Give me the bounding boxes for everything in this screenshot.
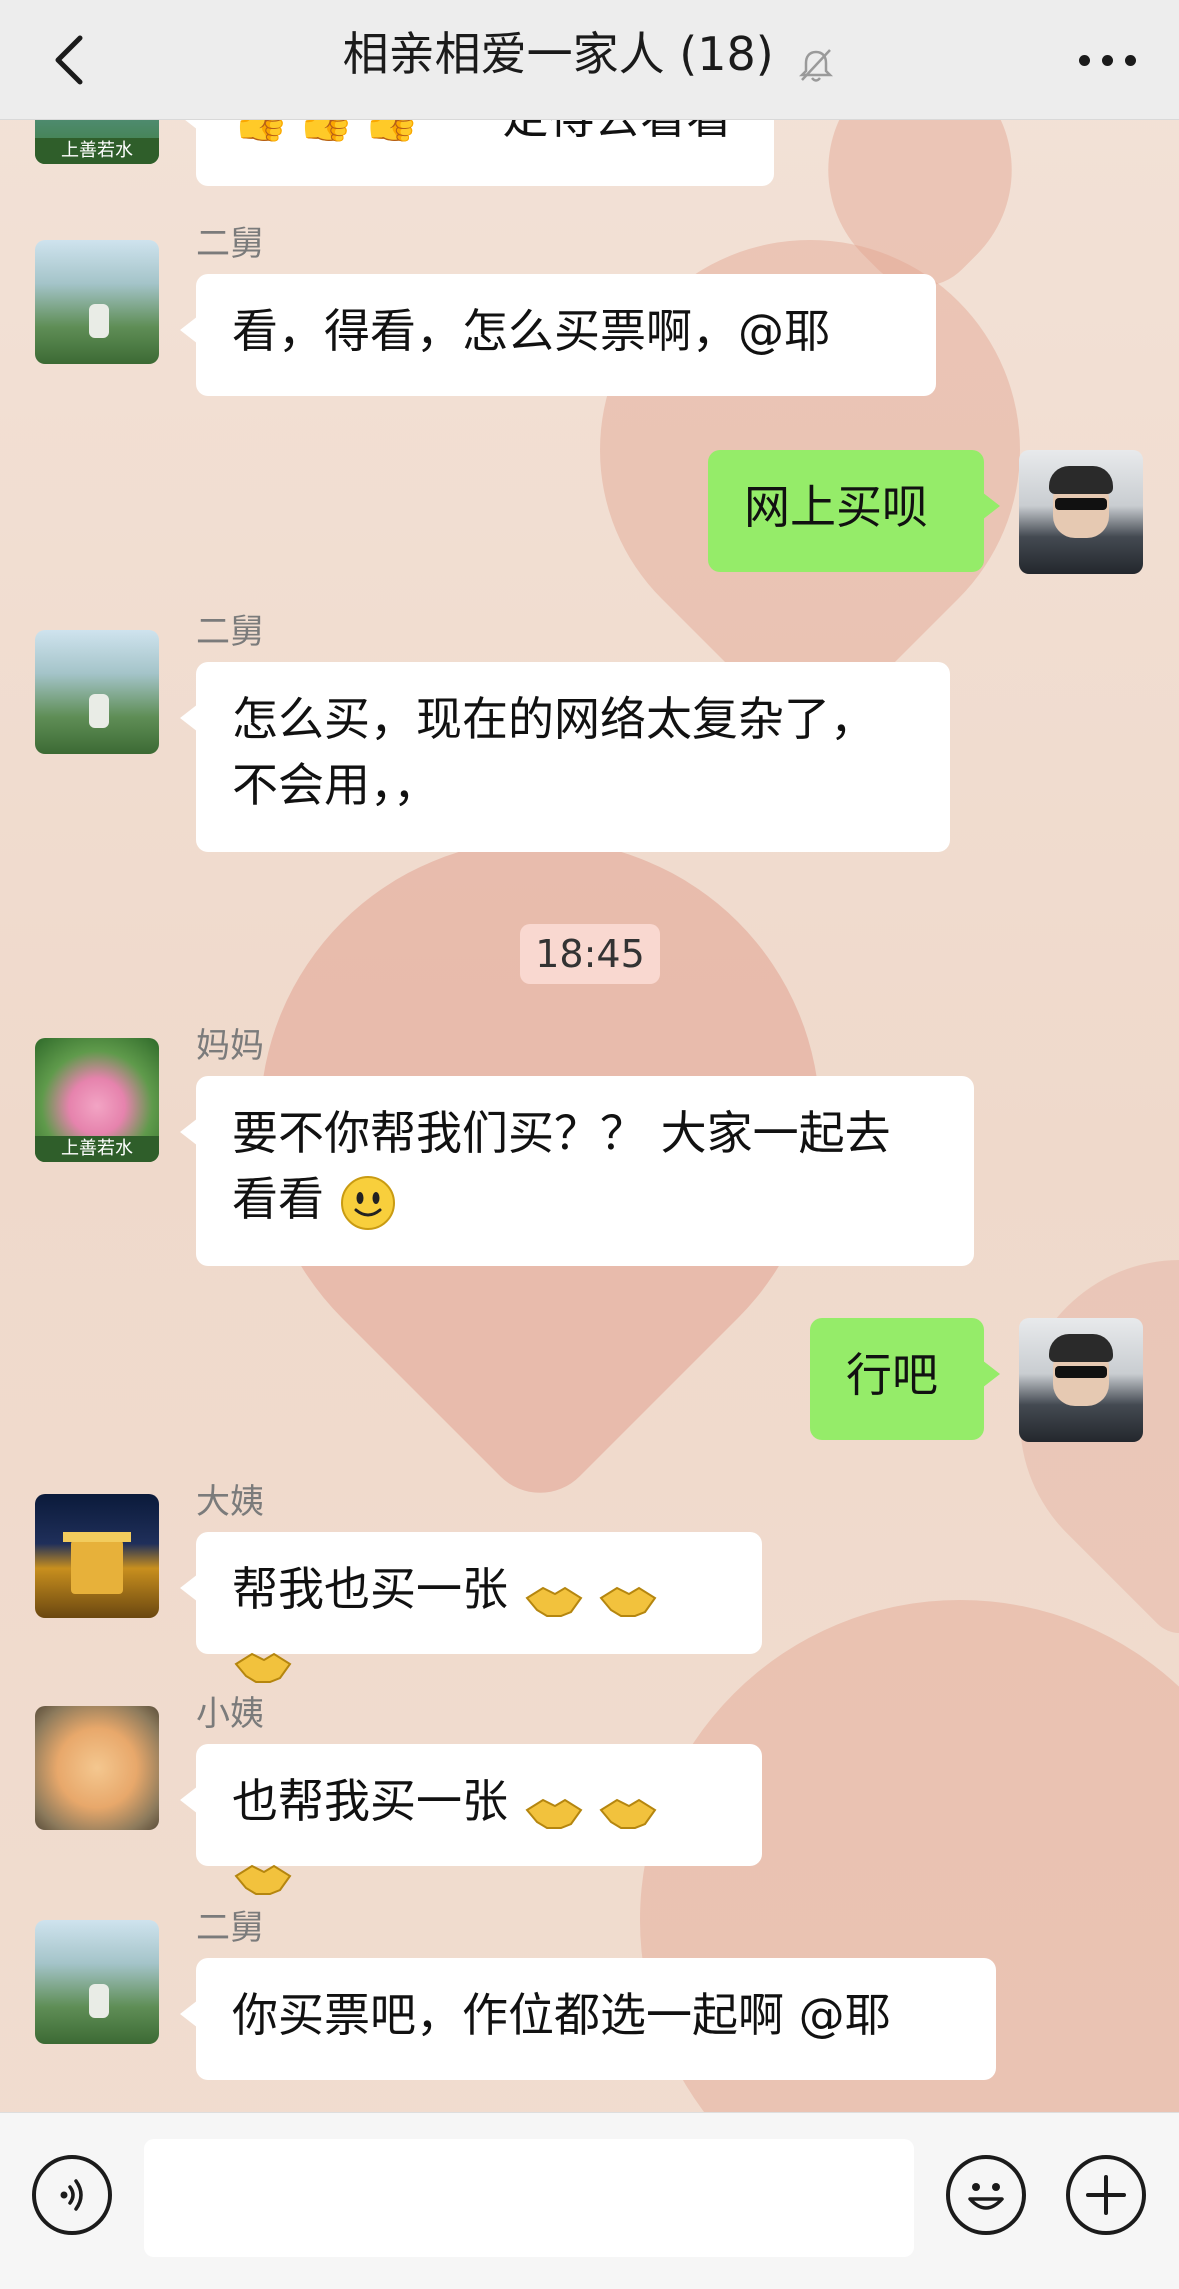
message-row: 大姨 帮我也买一张 <box>0 1480 1179 1683</box>
sender-name: 二舅 <box>196 1908 264 1948</box>
chat-title-wrap: 相亲相爱一家人 (18) <box>0 22 1179 86</box>
message-bubble[interactable]: 👍👍👍 一定得去看看 <box>180 120 774 186</box>
handshake-emoji <box>234 1639 292 1683</box>
emoji-icon[interactable] <box>946 2155 1026 2235</box>
message-bubble[interactable]: 看，得看，怎么买票啊，@耶 <box>180 274 936 396</box>
voice-icon[interactable] <box>32 2155 112 2235</box>
message-list[interactable]: 上善若水 👍👍👍 一定得去看看 二舅 看，得看，怎么买票啊，@耶 网上买呗 <box>0 120 1179 2112</box>
message-row: 二舅 你买票吧，作位都选一起啊 @耶 <box>0 1906 1179 2086</box>
message-bubble[interactable]: 要不你帮我们买？？ 大家一起去 看看 <box>180 1076 974 1266</box>
my-message-bubble[interactable]: 行吧 <box>810 1318 1000 1440</box>
handshake-emoji <box>525 1785 583 1829</box>
chat-title: 相亲相爱一家人 (18) <box>342 27 774 81</box>
sender-name: 妈妈 <box>196 1026 264 1066</box>
rose-avatar[interactable] <box>35 1706 159 1830</box>
mountain-avatar[interactable] <box>35 240 159 364</box>
message-bubble[interactable]: 怎么买，现在的网络太复杂了， 不会用，， <box>180 662 950 852</box>
sender-name: 大姨 <box>196 1482 264 1522</box>
plus-icon[interactable] <box>1066 2155 1146 2235</box>
more-dots-icon[interactable] <box>1073 30 1143 90</box>
handshake-emoji <box>599 1573 657 1617</box>
bell-off-icon <box>796 38 836 82</box>
message-row: 小姨 也帮我买一张 <box>0 1692 1179 1895</box>
message-row: 二舅 怎么买，现在的网络太复杂了， 不会用，， <box>0 610 1179 852</box>
tower-avatar[interactable] <box>35 1494 159 1618</box>
me-avatar[interactable] <box>1019 1318 1143 1442</box>
timestamp-separator: 18:45 <box>520 924 660 984</box>
message-row: 网上买呗 <box>0 450 1179 580</box>
mountain-avatar[interactable] <box>35 1920 159 2044</box>
message-bubble[interactable]: 你买票吧，作位都选一起啊 @耶 <box>180 1958 996 2080</box>
chat-header: 相亲相爱一家人 (18) <box>0 0 1179 120</box>
sender-name: 二舅 <box>196 612 264 652</box>
lotus-avatar[interactable]: 上善若水 <box>35 120 159 164</box>
thumbs-up-emoji: 👍👍👍 <box>232 120 428 144</box>
input-bar <box>0 2112 1179 2289</box>
me-avatar[interactable] <box>1019 450 1143 574</box>
smiley-emoji <box>339 1174 397 1232</box>
handshake-emoji <box>599 1785 657 1829</box>
message-row: 行吧 <box>0 1318 1179 1448</box>
message-bubble[interactable]: 也帮我买一张 <box>180 1744 762 1895</box>
handshake-emoji <box>525 1573 583 1617</box>
message-bubble[interactable]: 帮我也买一张 <box>180 1532 762 1683</box>
message-input[interactable] <box>144 2139 914 2257</box>
message-row: 二舅 看，得看，怎么买票啊，@耶 <box>0 222 1179 402</box>
lotus-avatar[interactable]: 上善若水 <box>35 1038 159 1162</box>
sender-name: 二舅 <box>196 224 264 264</box>
sender-name: 小姨 <box>196 1694 264 1734</box>
my-message-bubble[interactable]: 网上买呗 <box>708 450 1000 572</box>
handshake-emoji <box>234 1851 292 1895</box>
mountain-avatar[interactable] <box>35 630 159 754</box>
message-row: 上善若水 妈妈 要不你帮我们买？？ 大家一起去 看看 <box>0 1024 1179 1266</box>
